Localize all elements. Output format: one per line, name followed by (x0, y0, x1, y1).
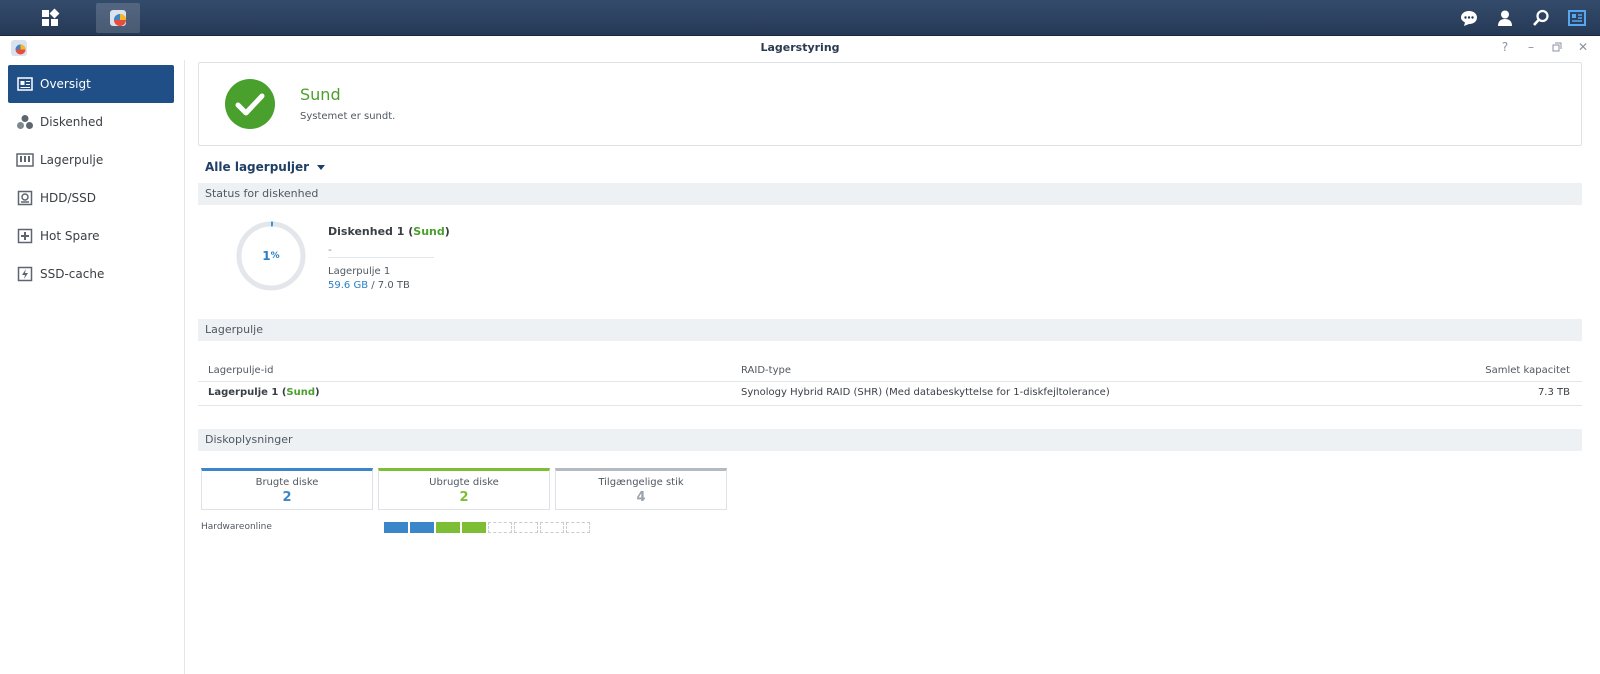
sidebar-item-lagerpulje[interactable]: Lagerpulje (8, 141, 174, 179)
disk-slot-empty (514, 522, 538, 533)
volume-usage-percent-sign: % (270, 251, 280, 261)
chat-button[interactable] (1458, 7, 1480, 29)
maximize-icon[interactable] (1550, 39, 1564, 55)
volume-name-text: Diskenhed 1 (328, 225, 405, 238)
storage-pool-heading: Lagerpulje (198, 319, 1582, 341)
disk-slot-map (384, 522, 590, 533)
disk-slot-used (410, 522, 434, 533)
unused-disks-count: 2 (459, 490, 469, 505)
chevron-down-icon (317, 164, 326, 170)
sidebar-item-hot-spare[interactable]: Hot Spare (8, 217, 174, 255)
user-button[interactable] (1494, 7, 1516, 29)
pool-status-badge: Sund (286, 387, 316, 398)
disk-slot-empty (566, 522, 590, 533)
volume-usage-percent: 1% (235, 220, 307, 292)
sidebar-item-diskenhed[interactable]: Diskenhed (8, 103, 174, 141)
ssd-cache-icon (16, 265, 34, 283)
close-icon[interactable]: ✕ (1576, 39, 1590, 55)
column-header-raid-type[interactable]: RAID-type (741, 365, 791, 376)
hot-spare-icon (16, 227, 34, 245)
volume-total-capacity: 7.0 TB (377, 280, 410, 291)
volume-status-heading: Status for diskenhed (198, 183, 1582, 205)
sidebar-item-ssd-cache[interactable]: SSD-cache (8, 255, 174, 293)
storage-manager-taskbar-button[interactable] (96, 3, 140, 33)
main-menu-button[interactable] (28, 3, 72, 33)
storage-manager-app-icon (110, 10, 126, 26)
window-title: Lagerstyring (760, 41, 840, 54)
unused-disks-label: Ubrugte diske (429, 477, 499, 488)
disk-info-heading: Diskoplysninger (198, 429, 1582, 451)
used-disks-count: 2 (282, 490, 292, 505)
main-menu-icon (42, 8, 60, 26)
table-row[interactable]: Lagerpulje 1 (Sund) Synology Hybrid RAID… (198, 382, 1582, 406)
disk-slot-unused (436, 522, 460, 533)
disk-slot-empty (540, 522, 564, 533)
health-status-message: Systemet er sundt. (300, 111, 396, 122)
available-slots-card: Tilgængelige stik 4 (555, 468, 727, 510)
pool-raid-cell: Synology Hybrid RAID (SHR) (Med databesk… (741, 387, 1110, 398)
widgets-button[interactable] (1566, 7, 1588, 29)
sidebar-item-hdd-ssd[interactable]: HDD/SSD (8, 179, 174, 217)
chat-icon (1461, 11, 1477, 26)
storage-pool-table-header: Lagerpulje-id RAID-type Samlet kapacitet (198, 360, 1582, 382)
hardware-online-label: Hardwareonline (201, 522, 272, 532)
pool-name-cell: Lagerpulje 1 (Sund) (208, 387, 320, 398)
window-titlebar[interactable]: Lagerstyring ? – ✕ (0, 36, 1600, 60)
column-header-capacity[interactable]: Samlet kapacitet (1485, 365, 1570, 376)
storage-pool-dropdown[interactable]: Alle lagerpuljer (205, 160, 326, 174)
used-disks-card: Brugte diske 2 (201, 468, 373, 510)
pool-capacity-cell: 7.3 TB (1537, 387, 1570, 398)
volume-icon (16, 113, 34, 131)
column-header-pool-id[interactable]: Lagerpulje-id (208, 365, 273, 376)
sidebar-item-label: SSD-cache (40, 267, 105, 281)
sidebar-item-label: Lagerpulje (40, 153, 104, 167)
health-status-card: Sund Systemet er sundt. (198, 62, 1582, 146)
volume-name: Diskenhed 1 (Sund) (328, 225, 450, 238)
volume-usage-value: 1 (262, 249, 271, 263)
volume-capacity: 59.6 GB / 7.0 TB (328, 280, 410, 291)
widgets-icon (1568, 10, 1586, 26)
volume-used-capacity: 59.6 GB (328, 280, 369, 291)
disk-slot-used (384, 522, 408, 533)
unused-disks-card: Ubrugte diske 2 (378, 468, 550, 510)
used-disks-label: Brugte diske (255, 477, 319, 488)
disk-slot-empty (488, 522, 512, 533)
overview-icon (16, 75, 34, 93)
disk-slot-unused (462, 522, 486, 533)
sidebar-item-label: Diskenhed (40, 115, 103, 129)
user-icon (1498, 10, 1512, 26)
sidebar-item-label: HDD/SSD (40, 191, 97, 205)
health-check-icon (225, 79, 275, 129)
sidebar-item-oversigt[interactable]: Oversigt (8, 65, 174, 103)
sidebar: Oversigt Diskenhed Lagerpulje HDD/SSD Ho… (0, 60, 185, 674)
volume-pool-name: Lagerpulje 1 (328, 266, 391, 277)
volume-status-badge: Sund (413, 225, 445, 238)
divider (328, 257, 434, 258)
search-button[interactable] (1530, 7, 1552, 29)
sidebar-item-label: Hot Spare (40, 229, 100, 243)
hdd-icon (16, 189, 34, 207)
health-status-title: Sund (300, 85, 341, 104)
pool-name: Lagerpulje 1 (208, 387, 279, 398)
volume-description: - (328, 243, 332, 256)
help-icon[interactable]: ? (1498, 39, 1512, 55)
search-icon (1533, 9, 1549, 26)
available-slots-label: Tilgængelige stik (598, 477, 684, 488)
main-content: Sund Systemet er sundt. Alle lagerpuljer… (198, 60, 1583, 674)
taskbar (0, 0, 1600, 36)
minimize-icon[interactable]: – (1524, 39, 1538, 55)
storage-pool-icon (16, 151, 34, 169)
sidebar-item-label: Oversigt (40, 77, 91, 91)
storage-pool-dropdown-label: Alle lagerpuljer (205, 160, 310, 174)
available-slots-count: 4 (636, 490, 646, 505)
